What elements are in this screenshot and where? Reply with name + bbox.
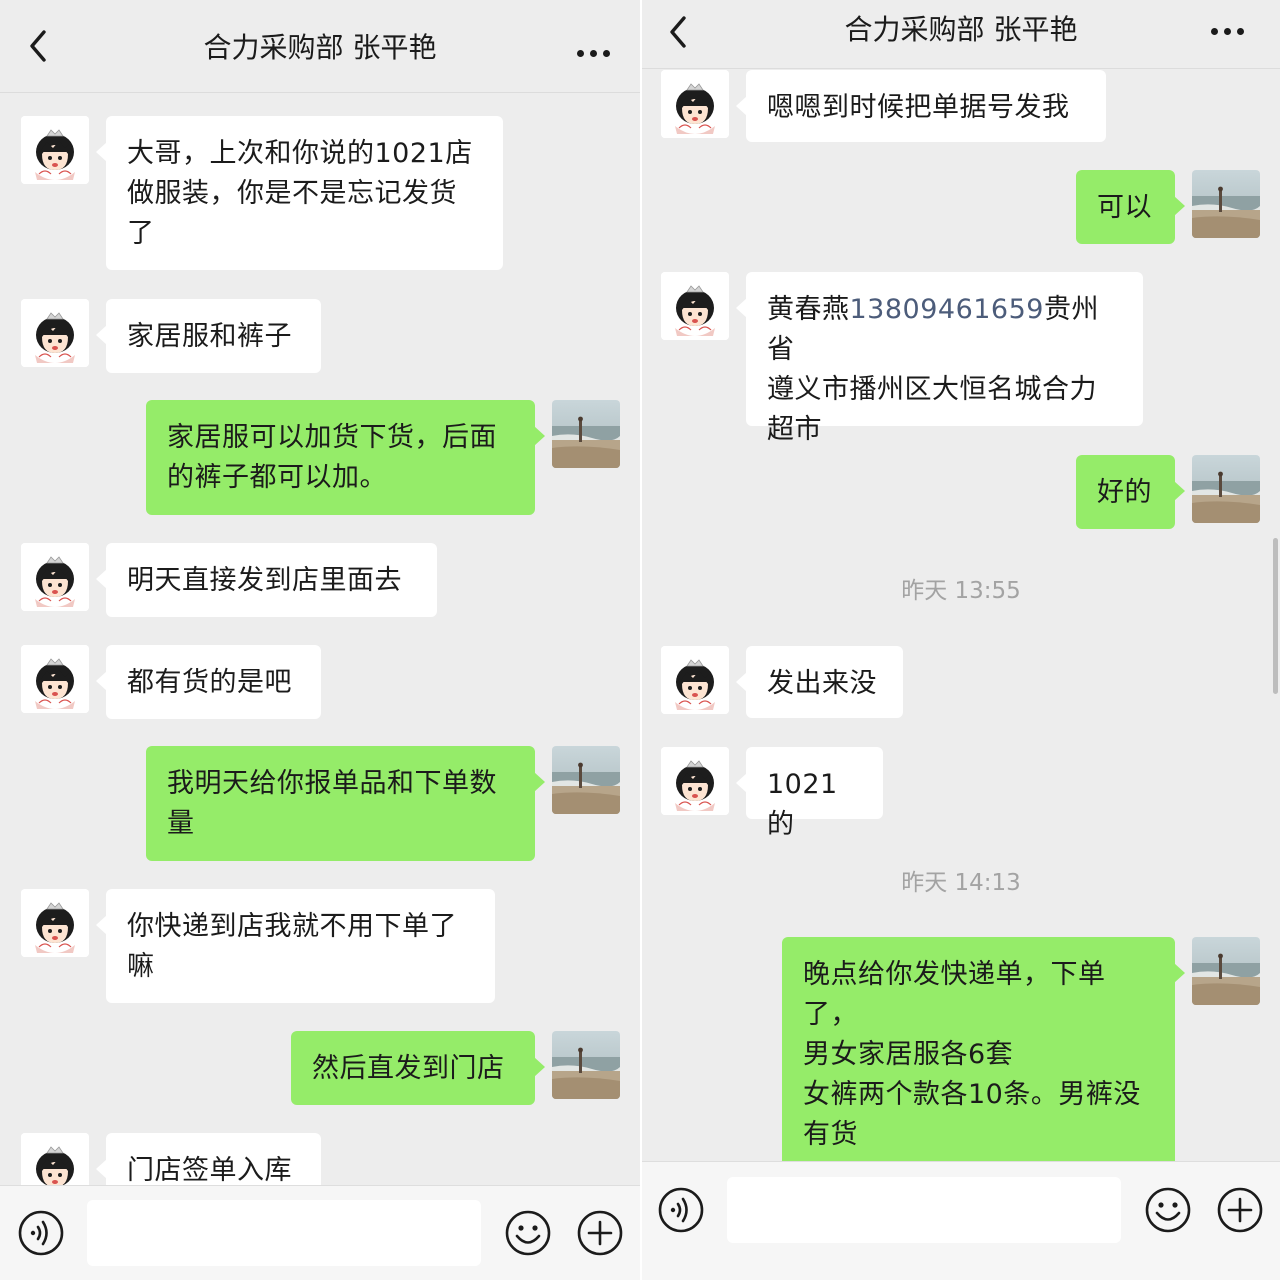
- message-input[interactable]: [727, 1177, 1121, 1243]
- message-input[interactable]: [87, 1200, 481, 1266]
- emoji-button[interactable]: [504, 1209, 552, 1261]
- outgoing-message[interactable]: 可以: [1076, 170, 1185, 244]
- timestamp: 昨天 14:13: [901, 870, 1021, 896]
- contact-avatar[interactable]: [661, 747, 729, 815]
- scrollbar[interactable]: [1273, 538, 1278, 694]
- chat-title: 合力采购部 张平艳: [203, 31, 437, 64]
- contact-avatar[interactable]: [21, 543, 89, 611]
- self-avatar[interactable]: [1192, 455, 1260, 523]
- contact-name: 黄春燕: [767, 294, 850, 325]
- timestamp: 昨天 13:55: [901, 578, 1021, 604]
- emoji-icon: [1145, 1187, 1191, 1233]
- self-avatar[interactable]: [552, 400, 620, 468]
- chat-header: 合力采购部 张平艳: [0, 0, 640, 93]
- input-bar: [0, 1185, 640, 1280]
- incoming-message[interactable]: 都有货的是吧: [96, 645, 321, 719]
- contact-avatar[interactable]: [21, 299, 89, 367]
- incoming-message[interactable]: 发出来没: [736, 646, 903, 718]
- contact-avatar[interactable]: [21, 889, 89, 957]
- input-bar: [642, 1161, 1280, 1280]
- contact-avatar[interactable]: [661, 70, 729, 138]
- contact-avatar[interactable]: [661, 646, 729, 714]
- outgoing-message[interactable]: 然后直发到门店: [291, 1031, 545, 1105]
- self-avatar[interactable]: [552, 746, 620, 814]
- contact-avatar[interactable]: [661, 272, 729, 340]
- back-button[interactable]: [22, 26, 56, 66]
- phone-number-link[interactable]: 13809461659: [850, 294, 1044, 325]
- incoming-message[interactable]: 黄春燕13809461659贵州省 遵义市播州区大恒名城合力 超市: [736, 272, 1143, 445]
- plus-icon: [577, 1210, 623, 1256]
- contact-avatar[interactable]: [21, 645, 89, 713]
- right-chat-screen: 合力采购部 张平艳 嗯嗯到时候把单据号发我 可以 黄春燕13809461659贵…: [642, 0, 1280, 1280]
- outgoing-message[interactable]: 家居服可以加货下货，后面 的裤子都可以加。: [146, 400, 545, 515]
- voice-button[interactable]: [657, 1186, 705, 1238]
- incoming-message[interactable]: 明天直接发到店里面去: [96, 543, 437, 617]
- self-avatar[interactable]: [1192, 170, 1260, 238]
- self-avatar[interactable]: [1192, 937, 1260, 1005]
- chevron-left-icon: [30, 30, 46, 62]
- more-dots-icon[interactable]: [577, 50, 610, 57]
- contact-avatar[interactable]: [21, 116, 89, 184]
- voice-icon: [18, 1210, 64, 1256]
- voice-button[interactable]: [17, 1209, 65, 1261]
- outgoing-message[interactable]: 晚点给你发快递单，下单 了， 男女家居服各6套 女裤两个款各10条。男裤没 有货: [782, 937, 1185, 1177]
- back-button[interactable]: [662, 12, 696, 52]
- plus-button[interactable]: [576, 1209, 624, 1261]
- incoming-message[interactable]: 家居服和裤子: [96, 299, 321, 373]
- chat-title: 合力采购部 张平艳: [844, 13, 1078, 46]
- chat-header: 合力采购部 张平艳: [642, 0, 1280, 69]
- plus-icon: [1217, 1187, 1263, 1233]
- incoming-message[interactable]: 大哥，上次和你说的1021店 做服装，你是不是忘记发货 了: [96, 116, 503, 270]
- emoji-button[interactable]: [1144, 1186, 1192, 1238]
- left-chat-screen: 合力采购部 张平艳 大哥，上次和你说的1021店 做服装，你是不是忘记发货 了 …: [0, 0, 640, 1280]
- incoming-message[interactable]: 1021的: [736, 747, 883, 840]
- incoming-message[interactable]: 你快递到店我就不用下单了 嘛: [96, 889, 495, 1003]
- incoming-message[interactable]: 嗯嗯到时候把单据号发我: [736, 70, 1106, 142]
- self-avatar[interactable]: [552, 1031, 620, 1099]
- chevron-left-icon: [670, 16, 686, 48]
- voice-icon: [658, 1187, 704, 1233]
- plus-button[interactable]: [1216, 1186, 1264, 1238]
- more-dots-icon[interactable]: [1211, 28, 1244, 35]
- emoji-icon: [505, 1210, 551, 1256]
- outgoing-message[interactable]: 好的: [1076, 455, 1185, 529]
- outgoing-message[interactable]: 我明天给你报单品和下单数 量: [146, 746, 545, 861]
